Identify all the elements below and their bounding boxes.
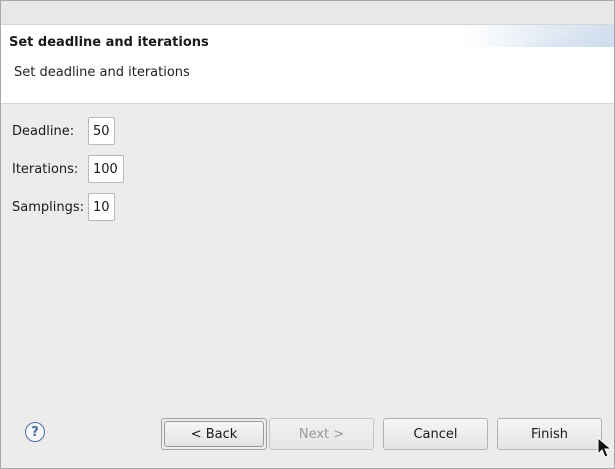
deadline-row: Deadline: [12,116,74,146]
page-description: Set deadline and iterations [14,65,190,80]
samplings-field[interactable] [88,193,115,221]
cancel-button[interactable]: Cancel [383,418,488,450]
iterations-field[interactable] [88,155,124,183]
wizard-dialog: Set deadline and iterations Set deadline… [0,0,615,469]
deadline-field[interactable] [88,117,115,145]
window-titlebar[interactable] [1,1,614,25]
samplings-row: Samplings: [12,192,84,222]
mouse-pointer-icon [597,437,613,458]
samplings-label: Samplings: [12,199,85,215]
finish-button[interactable]: Finish [497,418,602,450]
iterations-row: Iterations: [12,154,78,184]
deadline-label: Deadline: [12,123,75,139]
next-button[interactable]: Next > [269,418,374,450]
page-title: Set deadline and iterations [9,35,209,50]
back-button[interactable]: < Back [164,421,264,447]
wizard-header-banner: Set deadline and iterations Set deadline… [1,25,614,104]
help-icon[interactable]: ? [25,422,45,442]
iterations-label: Iterations: [12,161,79,177]
banner-decoration-shade [524,25,614,47]
